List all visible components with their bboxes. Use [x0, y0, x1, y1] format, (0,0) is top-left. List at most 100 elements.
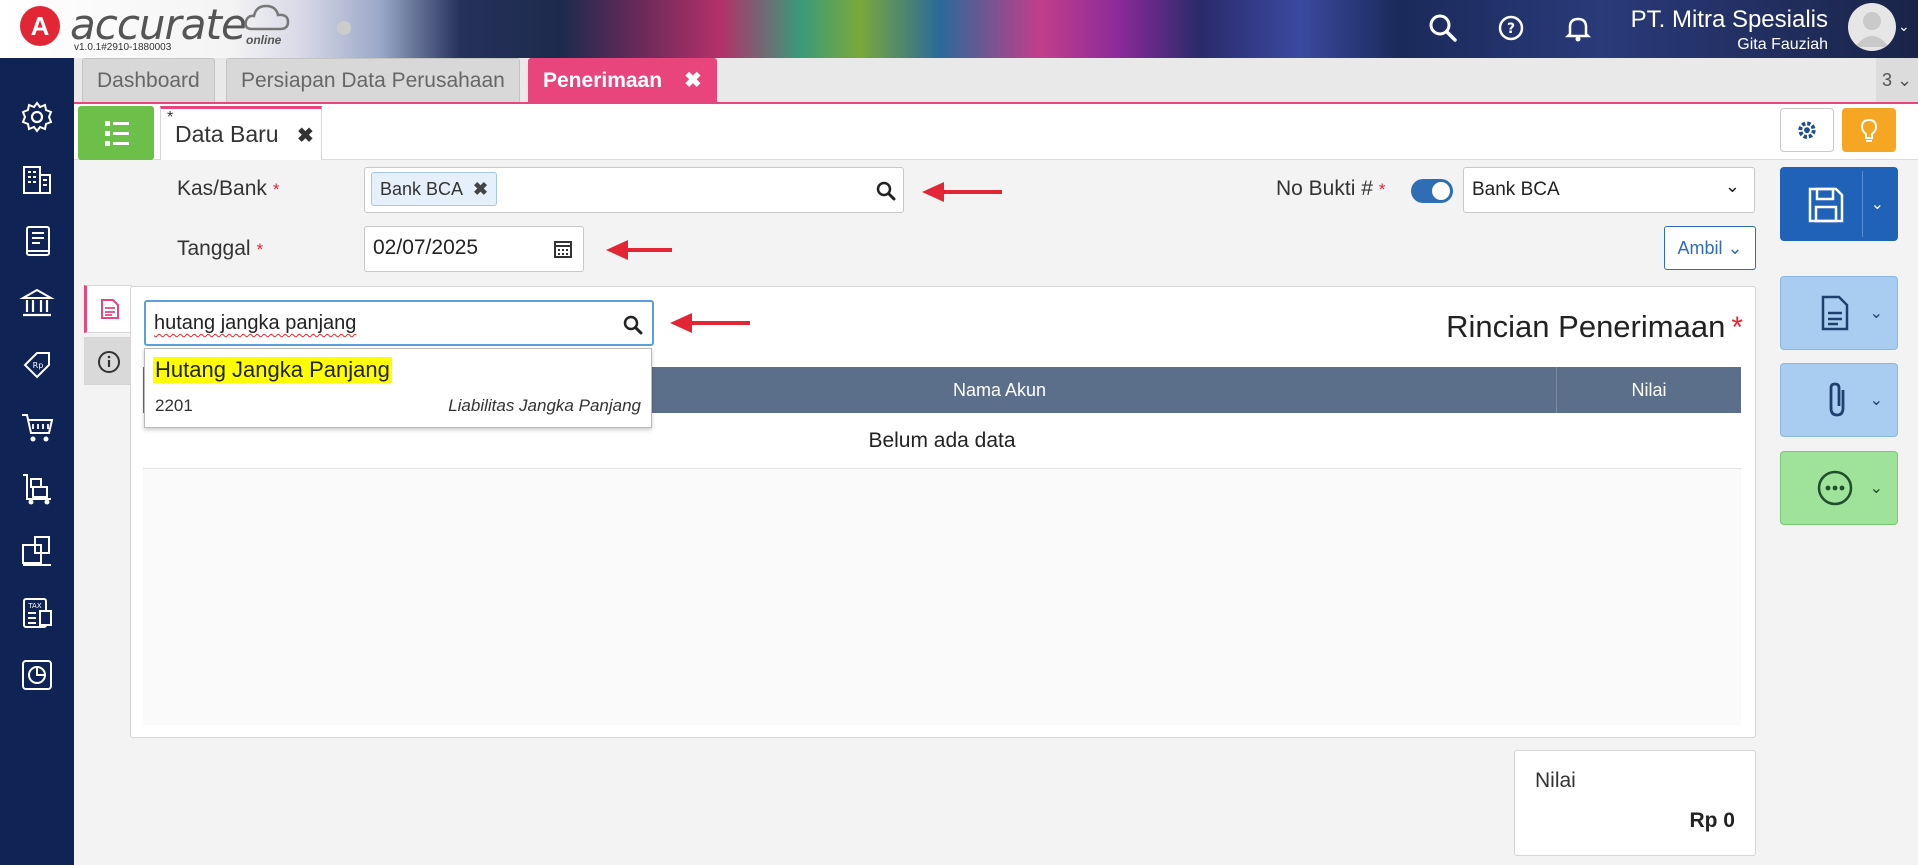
gear-icon: [1798, 121, 1816, 139]
chevron-down-icon: ⌄: [1896, 70, 1913, 90]
svg-text:TAX: TAX: [27, 602, 42, 610]
info-icon: [98, 351, 120, 373]
no-bukti-label-text: No Bukti #: [1276, 177, 1373, 200]
annotation-arrow-icon: [922, 182, 1002, 202]
top-header: A accurate online v1.0.1#2910-1880003 ? …: [0, 0, 1918, 58]
column-label: Nama Akun: [952, 380, 1047, 400]
avatar[interactable]: [1848, 3, 1896, 51]
user-icon: [1855, 12, 1889, 47]
annotation-arrow-icon: [670, 313, 750, 333]
settings-button[interactable]: [1780, 108, 1834, 152]
cloud-icon: [244, 4, 290, 31]
tab-label: Persiapan Data Perusahaan: [241, 69, 505, 92]
company-icon[interactable]: [19, 161, 55, 197]
tab-data-baru[interactable]: * Data Baru ✖: [160, 106, 322, 160]
chevron-down-icon[interactable]: ⌄: [1898, 18, 1910, 35]
tab-persiapan-data[interactable]: Persiapan Data Perusahaan: [226, 58, 520, 102]
kas-bank-value: Bank BCA: [380, 179, 464, 199]
required-mark: *: [1731, 311, 1743, 344]
chevron-down-icon: ⌄: [1727, 238, 1743, 258]
tanggal-value: 02/07/2025: [373, 236, 479, 259]
cart-icon[interactable]: [19, 409, 55, 445]
save-button[interactable]: ⌄: [1780, 167, 1898, 241]
no-bukti-label: No Bukti # *: [1276, 177, 1386, 201]
kas-bank-field[interactable]: Bank BCA ✖: [364, 167, 904, 213]
document-menu-button[interactable]: ⌄: [1780, 276, 1898, 350]
attachment-button[interactable]: ⌄: [1780, 363, 1898, 437]
no-bukti-value: Bank BCA: [1472, 179, 1560, 200]
search-icon[interactable]: [1427, 12, 1459, 44]
sidebar: Rp TAX: [0, 58, 74, 865]
auto-number-toggle[interactable]: [1411, 179, 1453, 203]
detail-tab[interactable]: [84, 285, 132, 333]
bank-icon[interactable]: [19, 285, 55, 321]
tax-icon[interactable]: TAX: [19, 595, 55, 631]
total-label: Nilai: [1535, 769, 1576, 792]
bell-icon[interactable]: [1562, 12, 1594, 44]
chevron-down-icon: ⌄: [1869, 305, 1883, 322]
calendar-icon[interactable]: [553, 239, 573, 259]
chevron-down-icon: ⌄: [1724, 176, 1740, 196]
account-search-value: hutang jangka panjang: [154, 312, 357, 334]
company-name: PT. Mitra Spesialis: [1630, 6, 1828, 33]
paperclip-icon: [1829, 382, 1845, 417]
more-options-icon: [1817, 470, 1853, 506]
tab-penerimaan[interactable]: Penerimaan ✖: [528, 58, 717, 102]
chevron-down-icon[interactable]: ⌄: [1871, 194, 1884, 214]
lightbulb-icon: [1860, 118, 1878, 142]
inventory-icon[interactable]: [19, 533, 55, 569]
close-icon[interactable]: ✖: [297, 125, 314, 147]
tab-dashboard[interactable]: Dashboard: [82, 58, 215, 102]
more-actions-button[interactable]: ⌄: [1780, 451, 1898, 525]
panel-title: Rincian Penerimaan *: [1446, 309, 1743, 345]
brand-sub: online: [246, 33, 282, 47]
tab-label: Penerimaan: [543, 69, 663, 92]
report-icon[interactable]: [19, 657, 55, 693]
warehouse-icon[interactable]: [19, 471, 55, 507]
result-account-name: Hutang Jangka Panjang: [153, 357, 392, 383]
status-dot: [337, 21, 351, 35]
ambil-button[interactable]: Ambil ⌄: [1664, 226, 1756, 270]
module-tabs: Dashboard Persiapan Data Perusahaan Pene…: [74, 58, 1918, 104]
column-label: Nilai: [1631, 380, 1667, 400]
required-mark: *: [272, 180, 280, 199]
search-result-item[interactable]: Hutang Jangka Panjang 2201 Liabilitas Ja…: [145, 349, 651, 427]
doc-tab-label: Data Baru: [175, 121, 279, 147]
company-info[interactable]: PT. Mitra Spesialis Gita Fauziah: [1631, 6, 1828, 54]
kas-bank-chip: Bank BCA ✖: [371, 172, 498, 206]
kas-bank-label: Kas/Bank *: [177, 177, 280, 201]
table-body: [143, 469, 1741, 725]
annotation-arrow-icon: [606, 240, 672, 260]
settings-icon[interactable]: [19, 99, 55, 135]
save-icon: [1808, 187, 1844, 223]
document-icon: [101, 299, 119, 319]
accurate-logo-icon[interactable]: A: [20, 6, 60, 46]
unsaved-marker: *: [167, 109, 174, 126]
ledger-icon[interactable]: [19, 223, 55, 259]
tab-count-dropdown[interactable]: 3 ⌄: [1876, 58, 1918, 102]
result-account-type: Liabilitas Jangka Panjang: [448, 396, 641, 415]
tanggal-field[interactable]: 02/07/2025: [364, 226, 584, 272]
no-bukti-select[interactable]: Bank BCA ⌄: [1463, 167, 1755, 213]
remove-icon[interactable]: ✖: [473, 179, 488, 199]
info-tab[interactable]: [84, 337, 132, 385]
chevron-down-icon: ⌄: [1869, 480, 1883, 497]
search-icon[interactable]: [622, 314, 644, 336]
total-value: Rp 0: [1689, 809, 1735, 832]
account-search-input[interactable]: hutang jangka panjang: [144, 300, 654, 346]
tanggal-label: Tanggal *: [177, 237, 263, 261]
version-text: v1.0.1#2910-1880003: [74, 42, 172, 53]
svg-text:?: ?: [1507, 21, 1515, 37]
total-card: Nilai Rp 0: [1514, 750, 1756, 856]
tab-count-value: 3: [1881, 70, 1892, 90]
help-icon[interactable]: ?: [1495, 12, 1527, 44]
column-nilai[interactable]: Nilai: [1557, 367, 1741, 413]
tips-button[interactable]: [1842, 108, 1896, 152]
required-mark: *: [1378, 180, 1386, 199]
search-icon[interactable]: [875, 180, 897, 202]
close-icon[interactable]: ✖: [684, 69, 702, 92]
result-account-code: 2201: [155, 396, 193, 415]
sales-icon[interactable]: Rp: [19, 347, 55, 383]
document-toolbar: * Data Baru ✖: [74, 104, 1918, 160]
list-view-button[interactable]: [78, 106, 154, 160]
